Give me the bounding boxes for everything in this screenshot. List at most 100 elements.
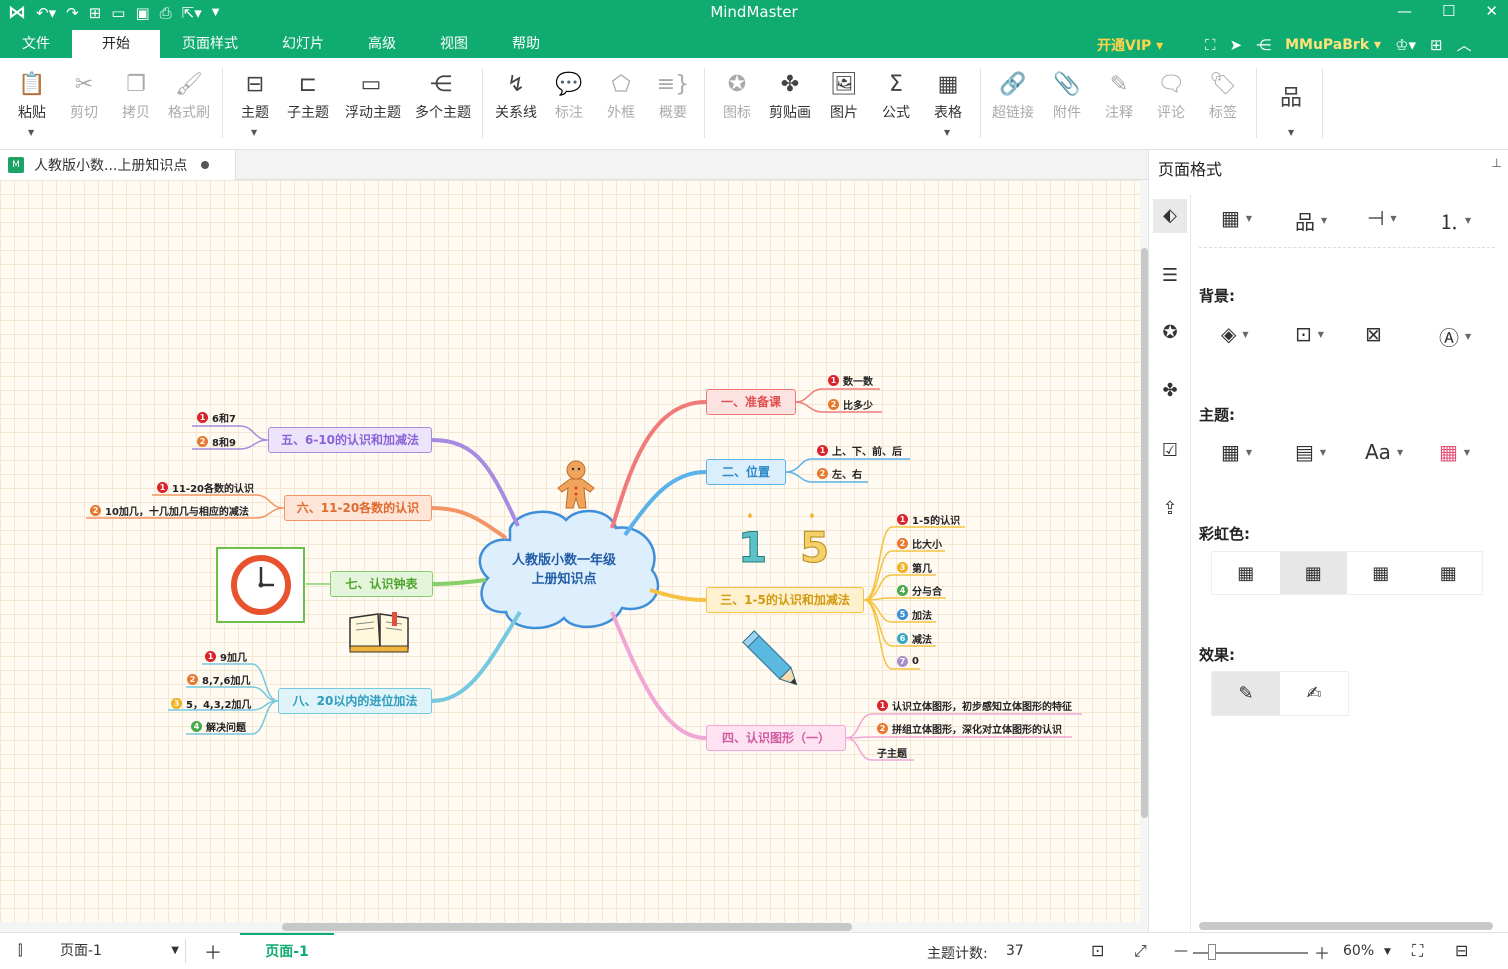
layout-button[interactable]: 品 (1265, 84, 1317, 116)
share-icon[interactable]: ⋲ (1256, 36, 1271, 54)
subtopic[interactable]: 2 比多少 (828, 396, 873, 412)
theme-tool[interactable]: ▦ ▼ (1221, 440, 1252, 464)
table-dropdown-icon[interactable]: ▼ (944, 128, 950, 137)
user-account[interactable]: MMuPaBrk ▾ (1285, 37, 1381, 53)
add-page-icon[interactable]: ＋ (204, 939, 222, 965)
zoom-slider-handle[interactable] (1208, 944, 1216, 960)
menu-advanced[interactable]: 高级 (346, 30, 418, 58)
subtopic[interactable]: 6 减法 (897, 630, 932, 646)
page-format-tab-icon[interactable]: ⬖ (1153, 199, 1187, 233)
table-button[interactable]: ▦ 表格 (922, 70, 974, 122)
subtopic[interactable]: 2 拼组立体图形，深化对立体图形的认识 (877, 720, 1062, 736)
canvas-vertical-scroll-thumb[interactable] (1141, 248, 1148, 818)
subtopic[interactable]: 3 第几 (897, 559, 932, 575)
menu-view[interactable]: 视图 (418, 30, 490, 58)
minimize-icon[interactable]: — (1397, 2, 1412, 20)
zoom-in-icon[interactable]: ＋ (1314, 940, 1330, 964)
structure-tool[interactable]: 品 ▼ (1295, 206, 1327, 235)
fullscreen-icon[interactable]: ⛶ (1205, 36, 1216, 54)
icon-library-tab-icon[interactable]: ✪ (1153, 316, 1187, 350)
subtopic[interactable]: 70 (897, 653, 919, 669)
presentation-icon[interactable]: ⊟ (1455, 941, 1468, 960)
branch-topic-clock[interactable]: 七、认识钟表 (330, 571, 433, 597)
floating-topic-button[interactable]: ▭ 浮动主题 (345, 70, 401, 122)
rainbow-option-2-icon[interactable]: ▦ (1279, 552, 1347, 594)
numbering-tool[interactable]: ⒈ ▼ (1439, 206, 1471, 235)
menu-slides[interactable]: 幻灯片 (260, 30, 346, 58)
picture-button[interactable]: 🖼 图片 (818, 70, 870, 122)
bg-fill-tool[interactable]: ◈ ▼ (1221, 322, 1249, 346)
branch-topic-1to5[interactable]: 三、1-5的认识和加减法 (706, 587, 864, 613)
skin-icon[interactable]: ♔▾ (1395, 36, 1416, 54)
menu-help[interactable]: 帮助 (490, 30, 562, 58)
connector-tool[interactable]: ⊣ ▼ (1367, 206, 1397, 230)
collapse-ribbon-icon[interactable]: ︿ (1457, 34, 1472, 55)
subtopic[interactable]: 1 认识立体图形，初步感知立体图形的特征 (877, 697, 1072, 713)
menu-home[interactable]: 开始 (72, 30, 160, 58)
note-button[interactable]: ✎ 注释 (1093, 70, 1145, 122)
zoom-value[interactable]: 60% (1343, 943, 1374, 959)
rainbow-option-1-icon[interactable]: ▦ (1212, 552, 1280, 594)
bg-image-remove-tool[interactable]: ⊠ (1365, 322, 1382, 346)
watermark-tool[interactable]: Ⓐ ▼ (1439, 322, 1471, 351)
task-tab-icon[interactable]: ☑ (1153, 434, 1187, 468)
icon-button[interactable]: ✪ 图标 (711, 70, 763, 122)
fit-width-icon[interactable]: ⤢ (1134, 941, 1147, 961)
panel-scroll-thumb[interactable] (1199, 922, 1493, 930)
topic-dropdown-icon[interactable]: ▼ (251, 128, 257, 137)
cut-button[interactable]: ✂ 剪切 (58, 70, 110, 122)
theme-font-tool[interactable]: Aa ▼ (1365, 440, 1403, 464)
central-topic[interactable]: 人教版小数一年级 上册知识点 (492, 551, 636, 589)
maximize-icon[interactable]: ☐ (1442, 2, 1455, 20)
summary-button[interactable]: ≡} 概要 (647, 70, 699, 122)
branch-topic-11to20[interactable]: 六、11-20各数的认识 (284, 495, 432, 521)
zoom-out-icon[interactable]: — (1174, 943, 1188, 959)
paste-button[interactable]: 📋 粘贴 (6, 70, 58, 122)
subtopic[interactable]: 子主题 (877, 744, 907, 760)
branch-topic-6to10[interactable]: 五、6-10的认识和加减法 (268, 427, 432, 453)
outline-tab-icon[interactable]: ☰ (1153, 259, 1187, 293)
subtopic[interactable]: 2 比大小 (897, 535, 942, 551)
branch-topic-carry-add[interactable]: 八、20以内的进位加法 (278, 688, 432, 714)
zoom-dropdown-icon[interactable]: ▼ (1384, 947, 1391, 957)
menu-page-style[interactable]: 页面样式 (160, 30, 260, 58)
format-painter-button[interactable]: 🖌 格式刷 (163, 70, 215, 122)
rainbow-option-4-icon[interactable]: ▦ (1415, 552, 1483, 594)
subtopic[interactable]: 1 1-5的认识 (897, 511, 960, 527)
fit-page-icon[interactable]: ⊡ (1091, 941, 1104, 960)
formula-button[interactable]: Σ 公式 (870, 70, 922, 122)
export-tab-icon[interactable]: ⇪ (1153, 492, 1187, 526)
subtopic[interactable]: 1 6和7 (197, 409, 236, 425)
subtopic[interactable]: 1 数一数 (828, 372, 873, 388)
tag-button[interactable]: 🏷 标签 (1197, 70, 1249, 122)
send-icon[interactable]: ➤ (1230, 36, 1243, 54)
relationship-button[interactable]: ↯ 关系线 (490, 70, 542, 122)
comment-button[interactable]: 🗨 评论 (1145, 70, 1197, 122)
multiple-topics-button[interactable]: ⋲ 多个主题 (415, 70, 471, 122)
subtopic[interactable]: 3 5，4,3,2加几 (171, 695, 251, 711)
effect-marker-icon[interactable]: ✎ (1212, 672, 1280, 715)
mindmap-canvas[interactable]: 1 5 人教版小数一年级 上册知识点 一、准备课 二、位置 三、1-5的认识和加… (0, 180, 1140, 922)
menu-file[interactable]: 文件 (0, 30, 72, 58)
subtopic[interactable]: 4 解决问题 (191, 718, 246, 734)
copy-button[interactable]: ❐ 拷贝 (110, 70, 162, 122)
theme-style-tool[interactable]: ▤ ▼ (1295, 440, 1326, 464)
subtopic[interactable]: 1 11-20各数的认识 (157, 479, 254, 495)
clipart-button[interactable]: ✤ 剪贴画 (764, 70, 816, 122)
subtopic[interactable]: 4 分与合 (897, 582, 942, 598)
subtopic[interactable]: 2 8和9 (197, 433, 236, 449)
subtopic[interactable]: 1 9加几 (205, 648, 247, 664)
boundary-button[interactable]: ⬠ 外框 (595, 70, 647, 122)
subtopic[interactable]: 1 上、下、前、后 (817, 442, 902, 458)
branch-topic-prepare[interactable]: 一、准备课 (706, 389, 796, 415)
bg-image-tool[interactable]: ⊡ ▼ (1295, 322, 1324, 346)
effect-handdrawn-icon[interactable]: ✍ (1280, 672, 1348, 715)
theme-color-tool[interactable]: ▦ ▼ (1439, 440, 1470, 464)
vip-button[interactable]: 开通VIP ▾ (1097, 35, 1163, 55)
pin-icon[interactable]: ⊥ (1492, 156, 1502, 170)
page-select[interactable]: 页面-1 ▼ (56, 939, 186, 963)
page-panel-toggle-icon[interactable]: ⫿ (18, 943, 22, 959)
hyperlink-button[interactable]: 🔗 超链接 (987, 70, 1039, 122)
paste-dropdown-icon[interactable]: ▼ (28, 128, 34, 137)
topic-button[interactable]: ⊟ 主题 (229, 70, 281, 122)
